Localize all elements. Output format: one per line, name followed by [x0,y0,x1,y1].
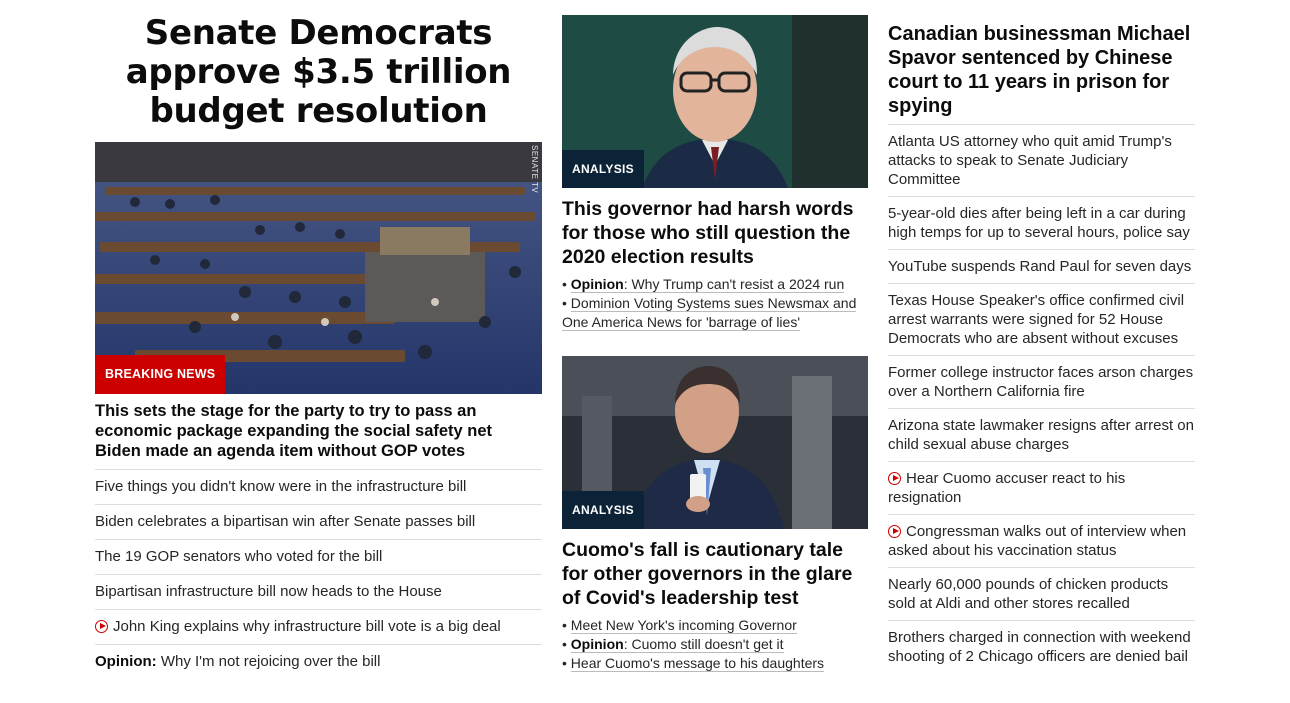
list-item[interactable]: Opinion: Cuomo still doesn't get it [562,635,868,654]
play-icon [95,620,108,633]
list-item[interactable]: Dominion Voting Systems sues Newsmax and… [562,294,868,332]
related-stories-list: Five things you didn't know were in the … [95,470,542,679]
list-item[interactable]: Five things you didn't know were in the … [95,470,542,505]
list-item[interactable]: 5-year-old dies after being left in a ca… [888,197,1195,250]
list-item[interactable]: Opinion: Why I'm not rejoicing over the … [95,645,542,679]
list-item[interactable]: Texas House Speaker's office confirmed c… [888,284,1195,356]
main-headline-link[interactable]: Senate Democrats approve $3.5 trillion b… [95,14,542,131]
analysis-column: ANALYSIS This governor had harsh words f… [562,15,868,673]
governor-headline-link[interactable]: This governor had harsh words for those … [562,197,868,269]
list-item[interactable]: Atlanta US attorney who quit amid Trump'… [888,125,1195,197]
list-item[interactable]: Congressman walks out of interview when … [888,515,1195,568]
list-item[interactable]: Brothers charged in connection with week… [888,621,1195,673]
lead-story-summary-link[interactable]: This sets the stage for the party to try… [95,401,542,470]
senate-floor-photo[interactable]: Breaking News SENATE TV [95,142,542,394]
governor-card: ANALYSIS This governor had harsh words f… [562,15,868,332]
top-story-column: Senate Democrats approve $3.5 trillion b… [95,14,542,679]
list-item[interactable]: Arizona state lawmaker resigns after arr… [888,409,1195,462]
latest-stories-list: Atlanta US attorney who quit amid Trump'… [888,125,1195,673]
list-item[interactable]: Nearly 60,000 pounds of chicken products… [888,568,1195,621]
analysis-badge: ANALYSIS [562,491,644,529]
list-item[interactable]: Opinion: Why Trump can't resist a 2024 r… [562,275,868,294]
play-icon [888,472,901,485]
play-icon [888,525,901,538]
opinion-label: Opinion [570,636,624,652]
list-item[interactable]: Meet New York's incoming Governor [562,616,868,635]
cuomo-headline-link[interactable]: Cuomo's fall is cautionary tale for othe… [562,538,868,610]
cuomo-card: ANALYSIS Cuomo's fall is cautionary tale… [562,356,868,673]
list-item[interactable]: Biden celebrates a bipartisan win after … [95,505,542,540]
side-headline-link[interactable]: Canadian businessman Michael Spavor sent… [888,22,1195,125]
list-item[interactable]: John King explains why infrastructure bi… [95,610,542,645]
list-item[interactable]: YouTube suspends Rand Paul for seven day… [888,250,1195,284]
opinion-label: Opinion: [95,653,157,670]
list-item[interactable]: Hear Cuomo's message to his daughters [562,654,868,673]
list-item[interactable]: The 19 GOP senators who voted for the bi… [95,540,542,575]
breaking-news-badge: Breaking News [95,355,226,394]
list-item[interactable]: Hear Cuomo accuser react to his resignat… [888,462,1195,515]
cuomo-related-list: Meet New York's incoming Governor Opinio… [562,616,868,673]
list-item[interactable]: Former college instructor faces arson ch… [888,356,1195,409]
photo-watermark: SENATE TV [530,145,539,194]
cuomo-photo[interactable]: ANALYSIS [562,356,868,529]
latest-news-column: Canadian businessman Michael Spavor sent… [888,22,1195,673]
analysis-badge: ANALYSIS [562,150,644,188]
governor-photo[interactable]: ANALYSIS [562,15,868,188]
opinion-label: Opinion [570,276,624,292]
list-item[interactable]: Bipartisan infrastructure bill now heads… [95,575,542,610]
governor-related-list: Opinion: Why Trump can't resist a 2024 r… [562,275,868,332]
